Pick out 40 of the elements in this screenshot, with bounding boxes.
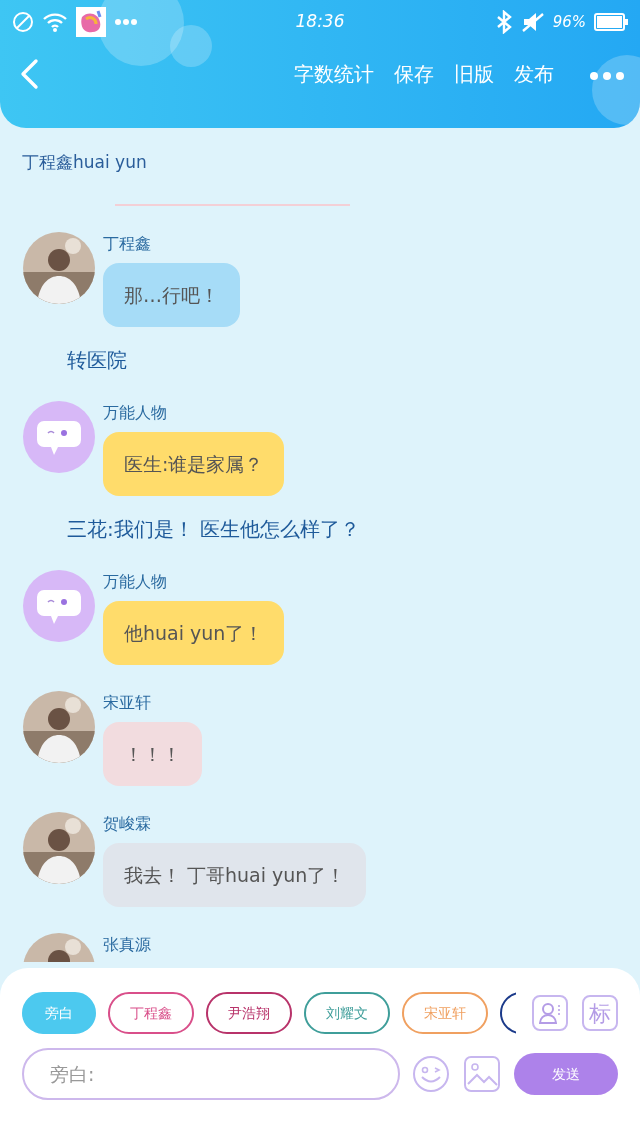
- toolbar-action[interactable]: 字数统计: [294, 59, 374, 89]
- character-button[interactable]: [532, 995, 568, 1031]
- do-not-disturb-icon: [12, 11, 34, 33]
- narration-text: 三花:我们是！ 医生他怎么样了？: [67, 515, 362, 543]
- speaker-name: 贺峻霖: [103, 813, 152, 834]
- app-icon: [76, 7, 106, 37]
- message-bubble: ！！！: [103, 721, 202, 786]
- message-bubble: 医生:谁是家属？: [103, 431, 285, 496]
- more-icon: [114, 18, 138, 26]
- input-field[interactable]: 旁白:: [22, 1048, 400, 1100]
- message-bubble: 那…行吧！: [103, 262, 240, 327]
- message-bubble: 他huai yun了！: [103, 600, 285, 665]
- speaker-name: 万能人物: [103, 571, 168, 592]
- speaker-name: 张真源: [103, 934, 151, 955]
- battery-percent: 96%: [552, 11, 586, 33]
- muted-speaker-icon: [520, 11, 545, 33]
- toolbar-action[interactable]: 保存: [394, 59, 434, 89]
- character-chip[interactable]: 尹浩翔: [206, 992, 292, 1034]
- narration-text: 转医院: [67, 346, 128, 374]
- speaker-name: 宋亚轩: [103, 692, 152, 713]
- tag-button[interactable]: 标: [582, 995, 618, 1031]
- toolbar-action[interactable]: 旧版: [454, 59, 494, 89]
- emoji-icon[interactable]: [412, 1055, 450, 1093]
- back-icon[interactable]: [18, 58, 40, 90]
- status-time: 18:36: [295, 10, 345, 34]
- character-chip[interactable]: 刘耀文: [304, 992, 390, 1034]
- battery-icon: [594, 13, 628, 31]
- person-icon: [538, 1001, 562, 1025]
- toolbar-action[interactable]: 发布: [514, 59, 554, 89]
- send-button[interactable]: 发送: [514, 1053, 618, 1095]
- more-icon: [590, 71, 624, 80]
- image-icon[interactable]: [464, 1056, 500, 1092]
- character-chip[interactable]: 丁程鑫: [108, 992, 194, 1034]
- speaker-name: 万能人物: [103, 402, 168, 423]
- speaker-name: 丁程鑫: [103, 233, 152, 254]
- character-chip[interactable]: 旁白: [22, 992, 96, 1034]
- character-chip[interactable]: 宋亚轩: [402, 992, 488, 1034]
- message-bubble: 我去！ 丁哥huai yun了！: [103, 842, 367, 907]
- document-title: 丁程鑫huai yun: [21, 151, 148, 174]
- wifi-icon: [42, 12, 68, 32]
